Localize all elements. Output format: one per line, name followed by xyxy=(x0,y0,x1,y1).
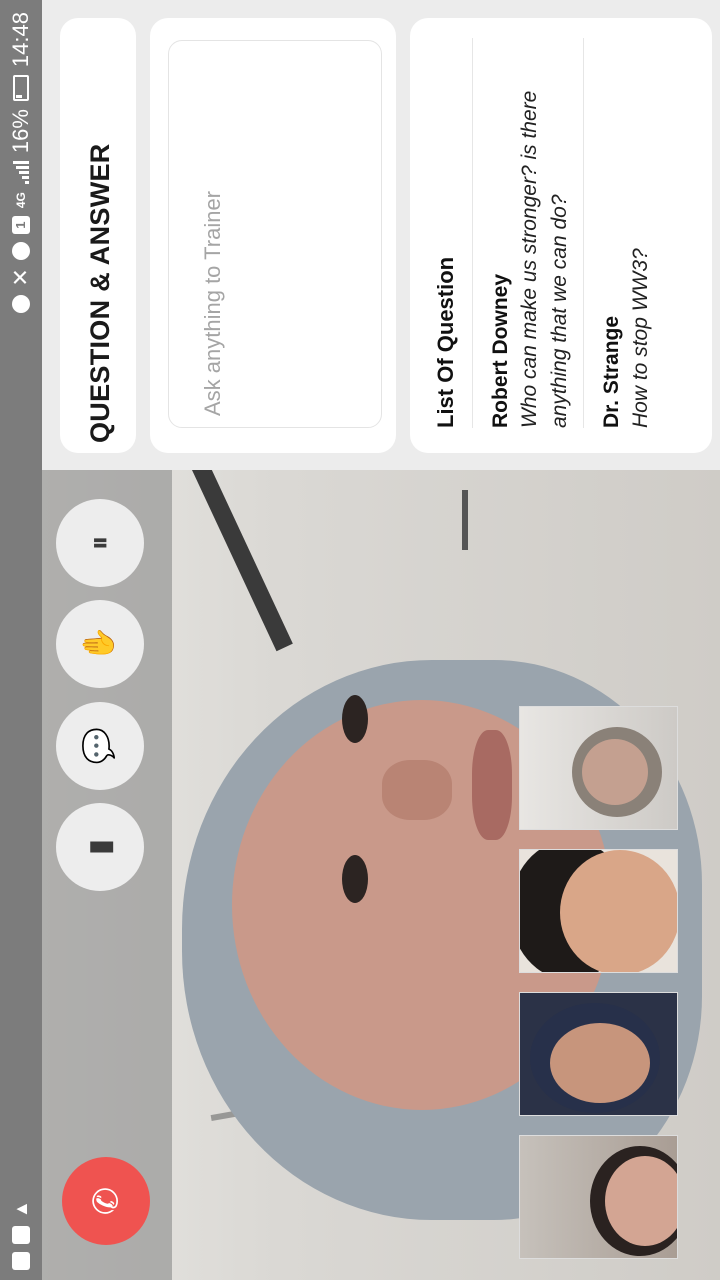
ceiling-fixture xyxy=(462,490,468,550)
question-text: Who can make us stronger? is there anyth… xyxy=(518,90,571,428)
mic-icon: ▮ xyxy=(82,838,116,856)
phone-icon: ✆ xyxy=(87,1186,125,1216)
battery-percent: 16% xyxy=(8,109,33,154)
network-type: 4G xyxy=(14,192,28,209)
mute-icon: ✕ xyxy=(8,268,33,287)
signal-icon xyxy=(13,161,29,185)
question-item[interactable]: Dr. Strange How to stop WW3? xyxy=(583,38,656,428)
question-author: Dr. Strange xyxy=(600,315,623,428)
status-bar: ▲ ✕ 1 4G 16% 14:48 xyxy=(0,0,42,1280)
qa-title-card: QUESTION & ANSWER xyxy=(60,18,136,453)
camera-pause-icon: ⏸ xyxy=(83,535,116,551)
question-input[interactable]: Ask anything to Trainer xyxy=(168,40,382,428)
battery-icon xyxy=(13,75,29,102)
warning-icon: ▲ xyxy=(10,1200,31,1218)
chat-bubble-icon: 💬 xyxy=(82,727,116,765)
gmail-icon xyxy=(12,1252,30,1270)
notification-icons: ▲ xyxy=(11,1200,32,1280)
speaker-nose xyxy=(382,760,452,820)
participant-thumbnail[interactable] xyxy=(519,1135,678,1259)
question-list-card: List Of Question Robert Downey Who can m… xyxy=(410,18,712,453)
question-item[interactable]: Robert Downey Who can make us stronger? … xyxy=(472,38,575,428)
question-text: How to stop WW3? xyxy=(629,248,652,428)
page-title: QUESTION & ANSWER xyxy=(84,143,115,443)
sim-icon: 1 xyxy=(12,216,30,235)
question-author: Robert Downey xyxy=(489,273,512,428)
android-icon xyxy=(12,294,30,313)
participant-thumbnail[interactable] xyxy=(519,992,678,1116)
switch-camera-button[interactable]: ⏸ xyxy=(56,499,144,587)
question-list-title: List Of Question xyxy=(433,256,458,428)
gmail-icon xyxy=(12,1226,30,1244)
speaker-mouth xyxy=(472,730,512,840)
speaker-eye xyxy=(342,695,368,743)
question-input-card: Ask anything to Trainer xyxy=(150,18,396,453)
system-icons: ✕ 1 4G 16% 14:48 xyxy=(8,0,34,313)
chat-button[interactable]: 💬 xyxy=(56,702,144,790)
speaker-eye xyxy=(342,855,368,903)
microphone-button[interactable]: ▮ xyxy=(56,803,144,891)
question-input-placeholder: Ask anything to Trainer xyxy=(200,190,225,416)
end-call-button[interactable]: ✆ xyxy=(62,1157,150,1245)
raise-hand-button[interactable]: ✋ xyxy=(56,600,144,688)
participant-thumbnail[interactable] xyxy=(519,849,678,973)
hand-icon: ✋ xyxy=(82,625,116,663)
alarm-icon xyxy=(12,242,30,261)
participant-thumbnail[interactable] xyxy=(519,706,678,830)
clock: 14:48 xyxy=(8,12,33,68)
